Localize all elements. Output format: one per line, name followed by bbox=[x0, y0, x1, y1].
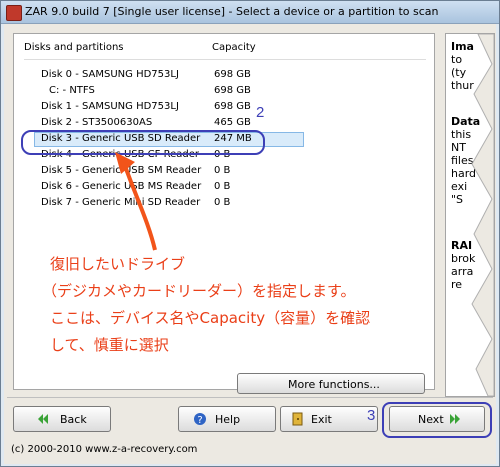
disk-row-7[interactable]: Disk 7 - Generic Mini SD Reader 0 B bbox=[34, 196, 424, 211]
disk-capacity: 698 GB bbox=[214, 101, 251, 112]
disk-name: Disk 2 - ST3500630AS bbox=[41, 117, 153, 128]
client-area: Disks and partitions Capacity Disk 0 - S… bbox=[4, 24, 496, 464]
disk-capacity: 465 GB bbox=[214, 117, 251, 128]
partition-name: C: - NTFS bbox=[49, 85, 95, 96]
instruction-line-2: （デジカメやカードリーダー）を指定します。 bbox=[42, 282, 356, 300]
help-label: Help bbox=[215, 413, 241, 426]
disk-row-1[interactable]: Disk 1 - SAMSUNG HD753LJ 698 GB bbox=[34, 100, 424, 115]
back-arrow-icon bbox=[38, 414, 48, 424]
step-2-label: 2 bbox=[256, 104, 265, 121]
disk-list-panel: Disks and partitions Capacity Disk 0 - S… bbox=[13, 33, 435, 390]
bottom-divider bbox=[7, 397, 493, 398]
title-bar: ZAR 9.0 build 7 [Single user license] - … bbox=[1, 1, 499, 24]
next-label: Next bbox=[418, 413, 444, 426]
help-icon: ? bbox=[194, 413, 206, 426]
app-window: ZAR 9.0 build 7 [Single user license] - … bbox=[0, 0, 500, 467]
disk-name: Disk 0 - SAMSUNG HD753LJ bbox=[41, 69, 179, 80]
window-title: ZAR 9.0 build 7 [Single user license] - … bbox=[25, 5, 439, 18]
next-button[interactable]: Next bbox=[389, 406, 485, 432]
disk-row-5[interactable]: Disk 5 - Generic USB SM Reader 0 B bbox=[34, 164, 424, 179]
disk-capacity: 698 GB bbox=[214, 69, 251, 80]
disk-row-2[interactable]: Disk 2 - ST3500630AS 465 GB bbox=[34, 116, 424, 131]
disk-name: Disk 1 - SAMSUNG HD753LJ bbox=[41, 101, 179, 112]
back-label: Back bbox=[60, 413, 87, 426]
partition-capacity: 698 GB bbox=[214, 85, 251, 96]
exit-label: Exit bbox=[311, 413, 332, 426]
disk-capacity: 0 B bbox=[214, 181, 231, 192]
instruction-line-3: ここは、デバイス名やCapacity（容量）を確認 bbox=[50, 309, 371, 327]
more-functions-label: More functions... bbox=[288, 378, 380, 391]
disk-row-6[interactable]: Disk 6 - Generic USB MS Reader 0 B bbox=[34, 180, 424, 195]
copyright-footer: (c) 2000-2010 www.z-a-recovery.com bbox=[11, 444, 198, 455]
header-divider bbox=[24, 59, 426, 60]
help-button[interactable]: ? Help bbox=[178, 406, 276, 432]
back-button[interactable]: Back bbox=[13, 406, 111, 432]
col-header-capacity[interactable]: Capacity bbox=[212, 42, 256, 53]
torn-edge-graphic bbox=[471, 34, 494, 396]
exit-door-icon bbox=[292, 412, 303, 426]
red-arrow-icon bbox=[115, 152, 157, 251]
zar-app-icon bbox=[6, 5, 22, 21]
disk-capacity: 0 B bbox=[214, 197, 231, 208]
disk-row-0[interactable]: Disk 0 - SAMSUNG HD753LJ 698 GB bbox=[34, 68, 424, 83]
info-panel: Ima to (ty thur Data this NT files hard … bbox=[445, 33, 495, 397]
instruction-line-4: して、慎重に選択 bbox=[50, 336, 169, 354]
more-functions-button[interactable]: More functions... bbox=[237, 373, 425, 394]
partition-row-c[interactable]: C: - NTFS 698 GB bbox=[34, 84, 424, 99]
exit-button[interactable]: Exit bbox=[280, 406, 378, 432]
disk-capacity: 0 B bbox=[214, 165, 231, 176]
svg-text:?: ? bbox=[197, 415, 202, 426]
next-arrow-icon bbox=[450, 414, 460, 424]
step-3-label: 3 bbox=[367, 407, 376, 424]
col-header-disks[interactable]: Disks and partitions bbox=[24, 42, 124, 53]
instruction-line-1: 復旧したいドライブ bbox=[50, 255, 186, 273]
